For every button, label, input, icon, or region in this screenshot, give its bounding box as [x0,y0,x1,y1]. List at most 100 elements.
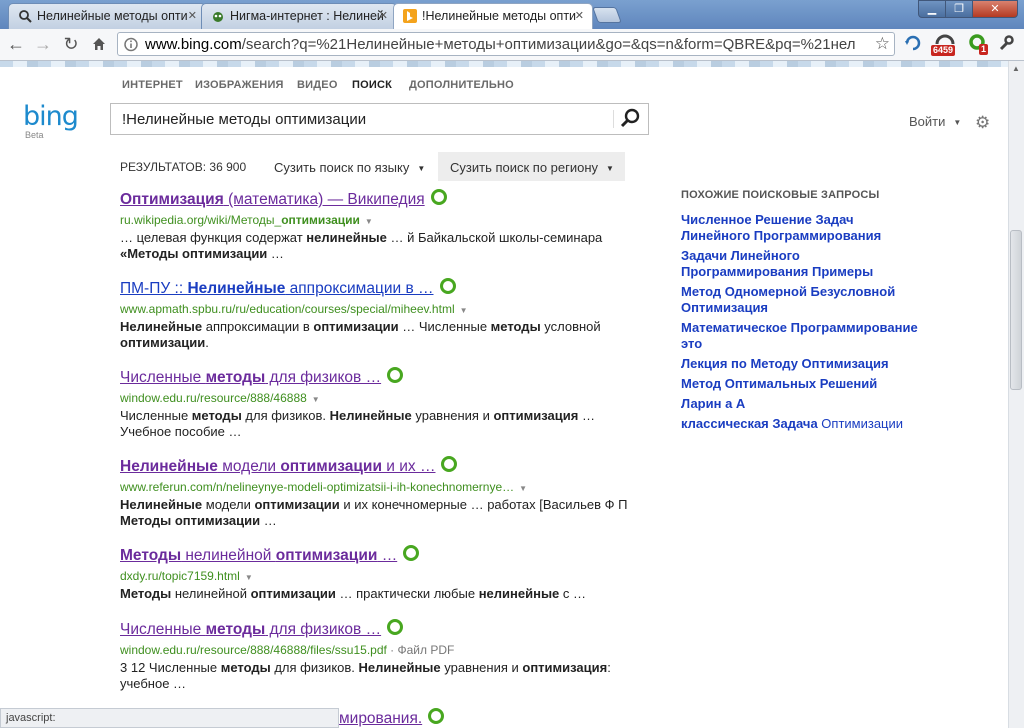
result-title-link[interactable]: мирования. [339,710,422,727]
related-heading: ПОХОЖИЕ ПОИСКОВЫЕ ЗАПРОСЫ [681,189,880,201]
result-title-link[interactable]: ПМ-ПУ :: Нелинейные аппроксимации в … [120,280,434,297]
result-snippet: Нелинейные модели оптимизации и их конеч… [120,497,628,528]
signin-menu[interactable]: Войти ▼ [909,114,961,129]
scroll-thumb[interactable] [1010,230,1022,390]
results-count: РЕЗУЛЬТАТОВ: 36 900 [120,160,247,174]
scroll-up-icon[interactable]: ▲ [1008,61,1024,77]
result-url-text: www.apmath.spbu.ru/ru/education/courses/… [120,302,455,316]
close-icon[interactable]: ✕ [379,9,388,22]
result-title-link[interactable]: Оптимизация (математика) — Википедия [120,191,425,208]
filter-language-label: Сузить поиск по языку [274,160,410,175]
result-item-partial: мирования. [339,708,539,728]
search-divider [613,110,614,128]
chevron-down-icon[interactable]: ▼ [245,573,253,582]
extension-mail-icon[interactable]: 6459 [931,32,959,56]
wrench-menu-icon[interactable] [995,32,1017,54]
nav-search[interactable]: ПОИСК [352,79,392,91]
result-item: Численные методы для физиков … window.ed… [120,367,640,440]
search-query[interactable]: !Нелинейные методы оптимизации [122,111,366,128]
result-url-text: ru.wikipedia.org/wiki/Методы_оптимизации [120,213,360,227]
bing-logo[interactable]: bing [23,103,79,130]
green-ring-icon[interactable] [430,189,447,205]
tab-2[interactable]: Нигма-интернет : Нелиней ✕ [201,3,397,29]
filter-region-label: Сузить поиск по региону [450,160,599,175]
gear-icon[interactable]: ⚙ [975,114,990,131]
magnifier-icon [18,9,32,23]
result-url-text: window.edu.ru/resource/888/46888 [120,391,307,405]
chevron-down-icon[interactable]: ▼ [519,484,527,493]
related-link[interactable]: Математическое Программирование это [681,320,921,352]
tab-strip: Нелинейные методы опти ✕ Нигма-интернет … [0,0,1024,29]
chevron-down-icon[interactable]: ▼ [460,306,468,315]
green-ring-icon[interactable] [403,545,420,561]
page-icon [124,37,138,57]
chevron-down-icon: ▼ [417,164,426,173]
filter-region-button[interactable]: Сузить поиск по региону ▼ [438,152,625,181]
related-link[interactable]: Метод Одномерной Безусловной Оптимизация [681,284,921,316]
chevron-down-icon: ▼ [953,118,962,127]
result-snippet: Численные методы для физиков. Нелинейные… [120,408,595,439]
result-title-link[interactable]: Нелинейные модели оптимизации и их … [120,458,435,475]
result-title-link[interactable]: Численные методы для физиков … [120,621,381,638]
result-url: www.apmath.spbu.ru/ru/education/courses/… [120,302,640,316]
home-icon[interactable] [87,32,111,56]
chevron-down-icon[interactable]: ▼ [312,395,320,404]
tab-title: Нигма-интернет : Нелиней [230,9,384,23]
green-ring-icon[interactable] [441,456,458,472]
nav-more[interactable]: ДОПОЛНИТЕЛЬНО [409,79,514,91]
result-item: Оптимизация (математика) — Википедия ru.… [120,189,640,262]
related-link[interactable]: Численное Решение Задач Линейного Програ… [681,212,921,244]
result-title-link[interactable]: Численные методы для физиков … [120,369,381,386]
chevron-down-icon: ▼ [606,164,614,173]
badge-small: 1 [979,44,989,55]
result-url: ru.wikipedia.org/wiki/Методы_оптимизации… [120,213,640,227]
related-link[interactable]: Метод Оптимальных Решений [681,376,921,392]
result-url-text: www.referun.com/n/nelineynye-modeli-opti… [120,480,515,494]
extension-arrow-icon[interactable] [902,32,924,54]
result-url: window.edu.ru/resource/888/46888/files/s… [120,643,640,657]
logo-beta: Beta [25,130,44,140]
result-title-link[interactable]: Методы нелинейной оптимизации … [120,547,397,564]
close-icon[interactable]: ✕ [575,9,584,22]
result-url-text: window.edu.ru/resource/888/46888/files/s… [120,643,387,657]
extension-green-icon[interactable]: 1 [966,32,989,55]
close-icon[interactable]: ✕ [188,9,197,22]
bing-favicon-icon [403,9,417,23]
related-link[interactable]: Лекция по Методу Оптимизация [681,356,921,372]
badge-count: 6459 [931,45,956,56]
result-url-text: dxdy.ru/topic7159.html [120,569,240,583]
back-icon[interactable]: ← [4,32,28,56]
tab-3-active[interactable]: !Нелинейные методы опти ✕ [393,3,593,29]
page-scrollbar[interactable] [1008,61,1024,728]
search-input[interactable]: !Нелинейные методы оптимизации [110,103,649,135]
filter-language-button[interactable]: Сузить поиск по языку ▼ [262,152,437,181]
address-bar[interactable]: www.bing.com/search?q=%21Нелинейные+мето… [117,32,895,56]
nav-video[interactable]: ВИДЕО [297,79,338,91]
nav-images[interactable]: ИЗОБРАЖЕНИЯ [195,79,284,91]
bookmark-star-icon[interactable]: ☆ [875,34,890,54]
result-snippet: Нелинейные аппроксимации в оптимизации …… [120,319,601,350]
nigma-icon [211,9,225,23]
new-tab-button[interactable] [592,7,622,23]
result-snippet: Методы нелинейной оптимизации … практиче… [120,586,587,601]
green-ring-icon[interactable] [387,367,404,383]
tab-title: Нелинейные методы опти [37,9,188,23]
result-item: Методы нелинейной оптимизации … dxdy.ru/… [120,545,640,602]
file-type-label: · Файл PDF [386,643,455,657]
tab-1[interactable]: Нелинейные методы опти ✕ [8,3,206,29]
header-banner [0,61,1008,67]
green-ring-icon[interactable] [387,619,404,635]
related-link[interactable]: Задачи Линейного Программирования Пример… [681,248,921,280]
green-ring-icon[interactable] [428,708,445,724]
chevron-down-icon[interactable]: ▼ [365,217,373,226]
reload-icon[interactable]: ↻ [59,32,83,56]
search-icon[interactable] [618,107,644,131]
close-window-button[interactable]: ✕ [972,0,1018,18]
restore-button[interactable]: ❐ [945,0,973,18]
minimize-button[interactable]: ▁ [918,0,946,18]
related-link[interactable]: классическая Задача Оптимизации [681,416,921,432]
nav-internet[interactable]: ИНТЕРНЕТ [122,79,183,91]
related-link[interactable]: Ларин а А [681,396,921,412]
green-ring-icon[interactable] [439,278,456,294]
forward-icon[interactable]: → [31,32,55,56]
